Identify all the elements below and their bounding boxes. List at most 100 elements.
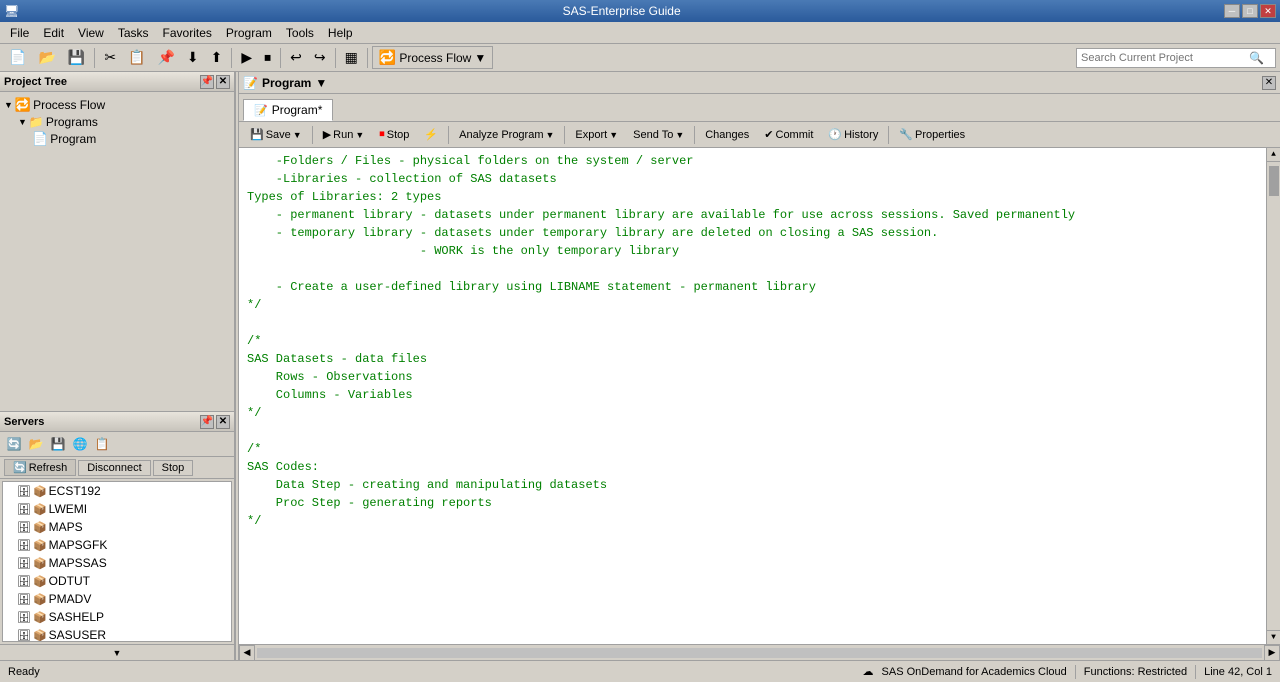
menu-program[interactable]: Program (220, 24, 278, 42)
open-button[interactable]: 📂 (33, 47, 60, 69)
sendto-button[interactable]: Send To ▼ (626, 124, 691, 146)
menu-edit[interactable]: Edit (37, 24, 70, 42)
history-button[interactable]: 🕐 History (821, 124, 885, 146)
code-line-14: Columns - Variables (247, 386, 1252, 404)
export-toolbar-button[interactable]: ⬆ (206, 47, 228, 69)
project-tree-pin[interactable]: 📌 (200, 75, 214, 89)
program-panel-close[interactable]: ✕ (1262, 76, 1276, 90)
menu-favorites[interactable]: Favorites (157, 24, 218, 42)
code-editor[interactable]: ▲ ▼ -Folders / Files - physical folders … (239, 148, 1280, 644)
code-line-1: -Folders / Files - physical folders on t… (247, 152, 1252, 170)
servers-toolbar-btn1[interactable]: 🔄 (4, 434, 24, 454)
paste-button[interactable]: 📌 (152, 47, 179, 69)
program-tab-icon: 📝 (254, 104, 268, 117)
servers-title: Servers (4, 416, 44, 428)
program-panel-arrow[interactable]: ▼ (315, 76, 327, 90)
code-line-10 (247, 314, 1252, 332)
properties-button[interactable]: 🔧 Properties (892, 124, 972, 146)
process-flow-button[interactable]: 🔁 Process Flow ▼ (372, 46, 493, 69)
undo-button[interactable]: ↩ (285, 47, 307, 69)
servers-toolbar-btn3[interactable]: 💾 (48, 434, 68, 454)
hscroll-track[interactable] (257, 648, 1262, 658)
menu-help[interactable]: Help (322, 24, 359, 42)
program-panel-title: Program (262, 76, 311, 90)
export-button[interactable]: Export ▼ (568, 124, 625, 146)
servers-list: 🗄 📦 ECST192 🗄 📦 LWEMI 🗄 📦 MAPS 🗄 📦 (2, 481, 232, 642)
server-item-sasuser[interactable]: 🗄 📦 SASUSER (3, 626, 231, 642)
redo-button[interactable]: ↪ (309, 47, 331, 69)
separator5 (367, 48, 368, 68)
code-line-19: Data Step - creating and manipulating da… (247, 476, 1252, 494)
status-right: ☁ SAS OnDemand for Academics Cloud Funct… (863, 665, 1272, 679)
tree-item-programs[interactable]: ▼ 📁 Programs (4, 114, 230, 130)
servers-scroll-down[interactable]: ▼ (0, 644, 234, 660)
servers-toolbar-btn5[interactable]: 📋 (92, 434, 112, 454)
server-label-sasuser: SASUSER (49, 628, 106, 642)
changes-button[interactable]: Changes (698, 124, 756, 146)
layout-button[interactable]: ▦ (340, 47, 363, 69)
process-flow-folder-icon: 🔁 (15, 97, 31, 113)
search-input[interactable] (1077, 52, 1247, 64)
menu-view[interactable]: View (72, 24, 110, 42)
history-icon: 🕐 (828, 128, 842, 141)
status-linecol: Line 42, Col 1 (1204, 666, 1272, 678)
server-label-mapsgfk: MAPSGFK (49, 538, 108, 552)
tree-item-program[interactable]: 📄 Program (4, 130, 230, 148)
process-flow-label: Process Flow (399, 51, 471, 65)
save-button[interactable]: 💾 Save ▼ (243, 124, 309, 146)
disconnect-button[interactable]: Disconnect (78, 460, 150, 476)
new-button[interactable]: 📄 (4, 47, 31, 69)
server-item-maps[interactable]: 🗄 📦 MAPS (3, 518, 231, 536)
menu-tools[interactable]: Tools (280, 24, 320, 42)
run-button[interactable]: ▶ Run ▼ (316, 124, 372, 146)
vscroll-down[interactable]: ▼ (1267, 630, 1280, 644)
code-line-21: */ (247, 512, 1252, 530)
tree-label-process-flow: Process Flow (33, 98, 105, 112)
hscroll-left[interactable]: ◀ (239, 645, 255, 661)
stop-button[interactable]: ⏹ Stop (372, 124, 416, 146)
server-item-odtut[interactable]: 🗄 📦 ODTUT (3, 572, 231, 590)
program-toolbar: 💾 Save ▼ ▶ Run ▼ ⏹ Stop ⚡ Analyze Progra… (239, 122, 1280, 148)
hscroll-right[interactable]: ▶ (1264, 645, 1280, 661)
stop-servers-button[interactable]: Stop (153, 460, 194, 476)
tree-expand-arrow2: ▼ (18, 117, 27, 127)
servers-toolbar-btn4[interactable]: 🌐 (70, 434, 90, 454)
prog-sep1 (312, 126, 313, 144)
server-item-ecst192[interactable]: 🗄 📦 ECST192 (3, 482, 231, 500)
stop-toolbar-button[interactable]: ⏹ (259, 47, 276, 69)
minimize-button[interactable]: ─ (1224, 4, 1240, 18)
program-tab[interactable]: 📝 Program* (243, 99, 333, 121)
maximize-button[interactable]: □ (1242, 4, 1258, 18)
server-label-maps: MAPS (49, 520, 83, 534)
cut-button[interactable]: ✂ (99, 47, 121, 69)
server-item-sashelp[interactable]: 🗄 📦 SASHELP (3, 608, 231, 626)
copy-button[interactable]: 📋 (123, 47, 150, 69)
server-item-pmadv[interactable]: 🗄 📦 PMADV (3, 590, 231, 608)
servers-close[interactable]: ✕ (216, 415, 230, 429)
properties-icon: 🔧 (899, 128, 913, 141)
server-item-lwemi[interactable]: 🗄 📦 LWEMI (3, 500, 231, 518)
import-button[interactable]: ⬇ (182, 47, 204, 69)
project-tree-close[interactable]: ✕ (216, 75, 230, 89)
stop-servers-label: Stop (162, 462, 185, 474)
db-icon2-sashelp: 📦 (33, 611, 47, 624)
submit-button[interactable]: ⚡ (417, 124, 445, 146)
menu-tasks[interactable]: Tasks (112, 24, 155, 42)
vscroll-thumb[interactable] (1269, 166, 1279, 196)
commit-button[interactable]: ✔ Commit (757, 124, 820, 146)
search-icon[interactable]: 🔍 (1247, 49, 1266, 67)
vscroll-up[interactable]: ▲ (1267, 148, 1280, 162)
prog-sep3 (564, 126, 565, 144)
menu-file[interactable]: File (4, 24, 35, 42)
search-box: 🔍 (1076, 48, 1276, 68)
server-item-mapsgfk[interactable]: 🗄 📦 MAPSGFK (3, 536, 231, 554)
server-item-mapssas[interactable]: 🗄 📦 MAPSSAS (3, 554, 231, 572)
servers-pin[interactable]: 📌 (200, 415, 214, 429)
servers-toolbar-btn2[interactable]: 📂 (26, 434, 46, 454)
refresh-button[interactable]: 🔄 Refresh (4, 459, 76, 476)
save-all-button[interactable]: 💾 (63, 47, 90, 69)
close-button[interactable]: ✕ (1260, 4, 1276, 18)
analyze-button[interactable]: Analyze Program ▼ (452, 124, 561, 146)
tree-item-process-flow[interactable]: ▼ 🔁 Process Flow (4, 96, 230, 114)
run-toolbar-button[interactable]: ▶ (236, 47, 257, 69)
